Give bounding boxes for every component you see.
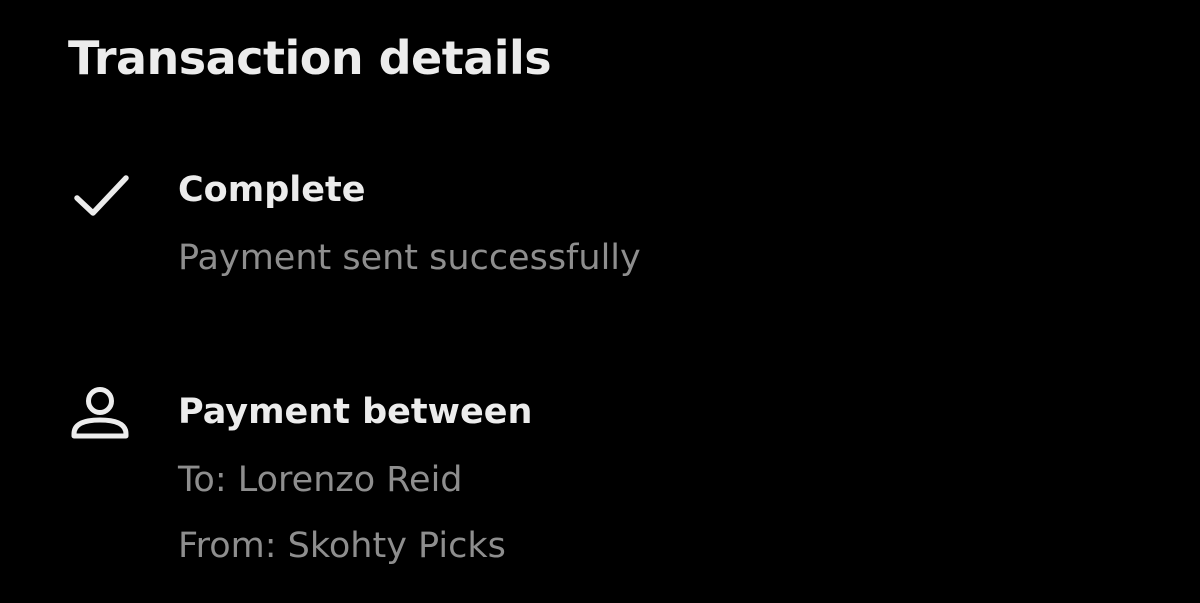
checkmark-icon xyxy=(68,164,132,228)
sender-text: From: Skohty Picks xyxy=(178,526,506,566)
person-icon xyxy=(68,384,132,448)
status-detail: Payment sent successfully xyxy=(178,238,641,278)
page-title: Transaction details xyxy=(68,31,552,85)
recipient-text: To: Lorenzo Reid xyxy=(178,460,463,500)
transaction-details-screen: Transaction details Complete Payment sen… xyxy=(0,0,1200,603)
payment-between-label: Payment between xyxy=(178,392,533,432)
status-label: Complete xyxy=(178,170,366,210)
